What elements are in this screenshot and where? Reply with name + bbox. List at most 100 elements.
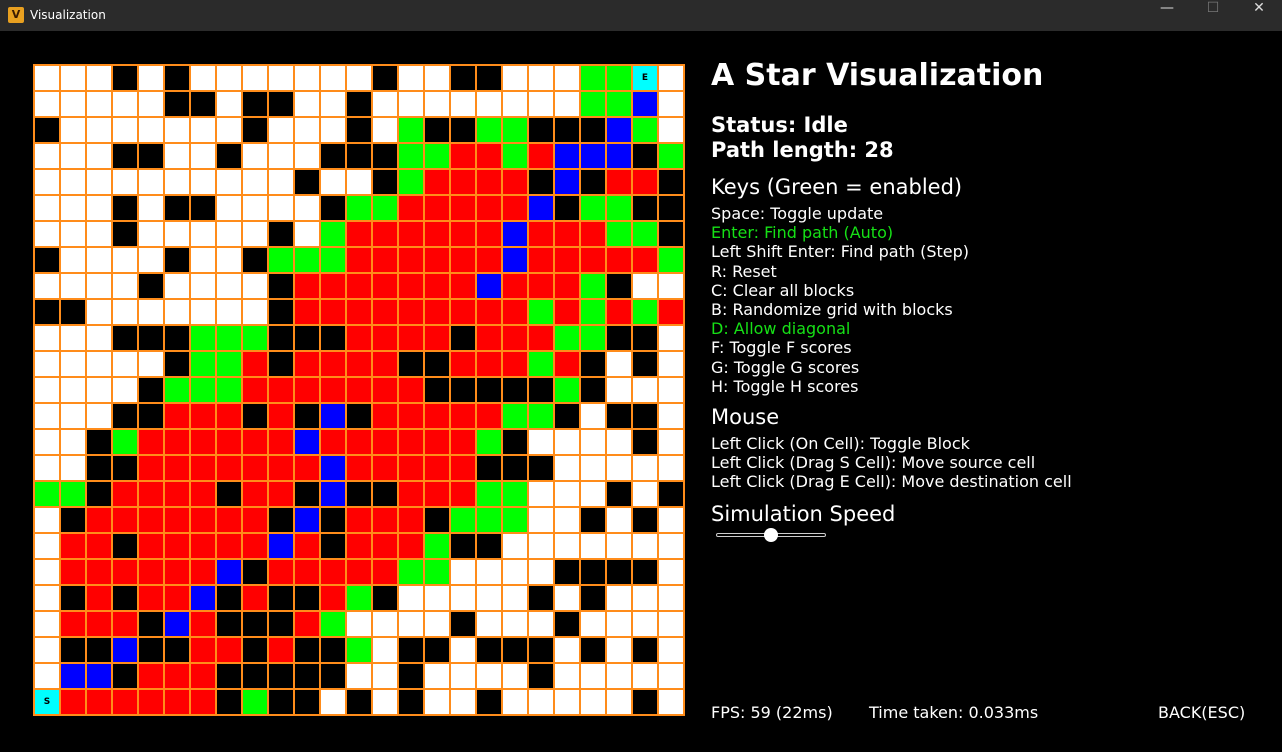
closed-cell[interactable] [373,508,397,532]
empty-cell[interactable] [425,690,449,714]
empty-cell[interactable] [659,508,683,532]
empty-cell[interactable] [61,352,85,376]
block-cell[interactable] [529,638,553,662]
empty-cell[interactable] [139,248,163,272]
open-cell[interactable] [477,118,501,142]
empty-cell[interactable] [243,196,267,220]
closed-cell[interactable] [451,482,475,506]
empty-cell[interactable] [555,456,579,480]
empty-cell[interactable] [61,456,85,480]
closed-cell[interactable] [477,404,501,428]
closed-cell[interactable] [451,300,475,324]
block-cell[interactable] [87,456,111,480]
block-cell[interactable] [451,534,475,558]
block-cell[interactable] [581,508,605,532]
closed-cell[interactable] [347,508,371,532]
closed-cell[interactable] [269,638,293,662]
closed-cell[interactable] [347,222,371,246]
empty-cell[interactable] [607,534,631,558]
closed-cell[interactable] [373,326,397,350]
block-cell[interactable] [139,144,163,168]
empty-cell[interactable] [373,92,397,116]
block-cell[interactable] [529,456,553,480]
closed-cell[interactable] [61,560,85,584]
minimize-button[interactable]: — [1144,0,1190,31]
empty-cell[interactable] [113,248,137,272]
empty-cell[interactable] [113,118,137,142]
block-cell[interactable] [243,638,267,662]
closed-cell[interactable] [477,300,501,324]
block-cell[interactable] [217,144,241,168]
empty-cell[interactable] [35,534,59,558]
closed-cell[interactable] [321,560,345,584]
block-cell[interactable] [139,326,163,350]
block-cell[interactable] [529,378,553,402]
closed-cell[interactable] [555,274,579,298]
empty-cell[interactable] [555,690,579,714]
closed-cell[interactable] [217,508,241,532]
closed-cell[interactable] [113,612,137,636]
empty-cell[interactable] [425,612,449,636]
block-cell[interactable] [61,300,85,324]
closed-cell[interactable] [139,690,163,714]
block-cell[interactable] [581,638,605,662]
empty-cell[interactable] [555,92,579,116]
closed-cell[interactable] [529,222,553,246]
empty-cell[interactable] [87,222,111,246]
empty-cell[interactable] [659,352,683,376]
empty-cell[interactable] [61,274,85,298]
block-cell[interactable] [321,508,345,532]
path-cell[interactable] [555,170,579,194]
empty-cell[interactable] [347,66,371,90]
block-cell[interactable] [659,170,683,194]
path-cell[interactable] [633,92,657,116]
empty-cell[interactable] [35,456,59,480]
closed-cell[interactable] [373,300,397,324]
empty-cell[interactable] [191,66,215,90]
block-cell[interactable] [451,326,475,350]
closed-cell[interactable] [269,378,293,402]
open-cell[interactable] [35,482,59,506]
empty-cell[interactable] [581,664,605,688]
closed-cell[interactable] [529,326,553,350]
empty-cell[interactable] [321,170,345,194]
block-cell[interactable] [451,66,475,90]
open-cell[interactable] [633,222,657,246]
closed-cell[interactable] [373,534,397,558]
closed-cell[interactable] [321,378,345,402]
closed-cell[interactable] [425,326,449,350]
empty-cell[interactable] [139,196,163,220]
empty-cell[interactable] [503,690,527,714]
empty-cell[interactable] [61,404,85,428]
empty-cell[interactable] [581,456,605,480]
block-cell[interactable] [321,326,345,350]
empty-cell[interactable] [321,118,345,142]
open-cell[interactable] [191,352,215,376]
path-cell[interactable] [607,118,631,142]
path-cell[interactable] [61,664,85,688]
block-cell[interactable] [321,196,345,220]
open-cell[interactable] [581,274,605,298]
block-cell[interactable] [659,222,683,246]
empty-cell[interactable] [451,92,475,116]
empty-cell[interactable] [269,118,293,142]
closed-cell[interactable] [425,196,449,220]
empty-cell[interactable] [295,92,319,116]
closed-cell[interactable] [555,248,579,272]
open-cell[interactable] [243,326,267,350]
closed-cell[interactable] [347,560,371,584]
empty-cell[interactable] [35,508,59,532]
block-cell[interactable] [503,638,527,662]
open-cell[interactable] [581,300,605,324]
closed-cell[interactable] [529,144,553,168]
empty-cell[interactable] [35,430,59,454]
empty-cell[interactable] [87,300,111,324]
block-cell[interactable] [35,118,59,142]
closed-cell[interactable] [139,508,163,532]
simulation-speed-slider[interactable] [716,528,826,542]
block-cell[interactable] [581,170,605,194]
empty-cell[interactable] [477,586,501,610]
block-cell[interactable] [373,170,397,194]
block-cell[interactable] [451,378,475,402]
closed-cell[interactable] [295,352,319,376]
